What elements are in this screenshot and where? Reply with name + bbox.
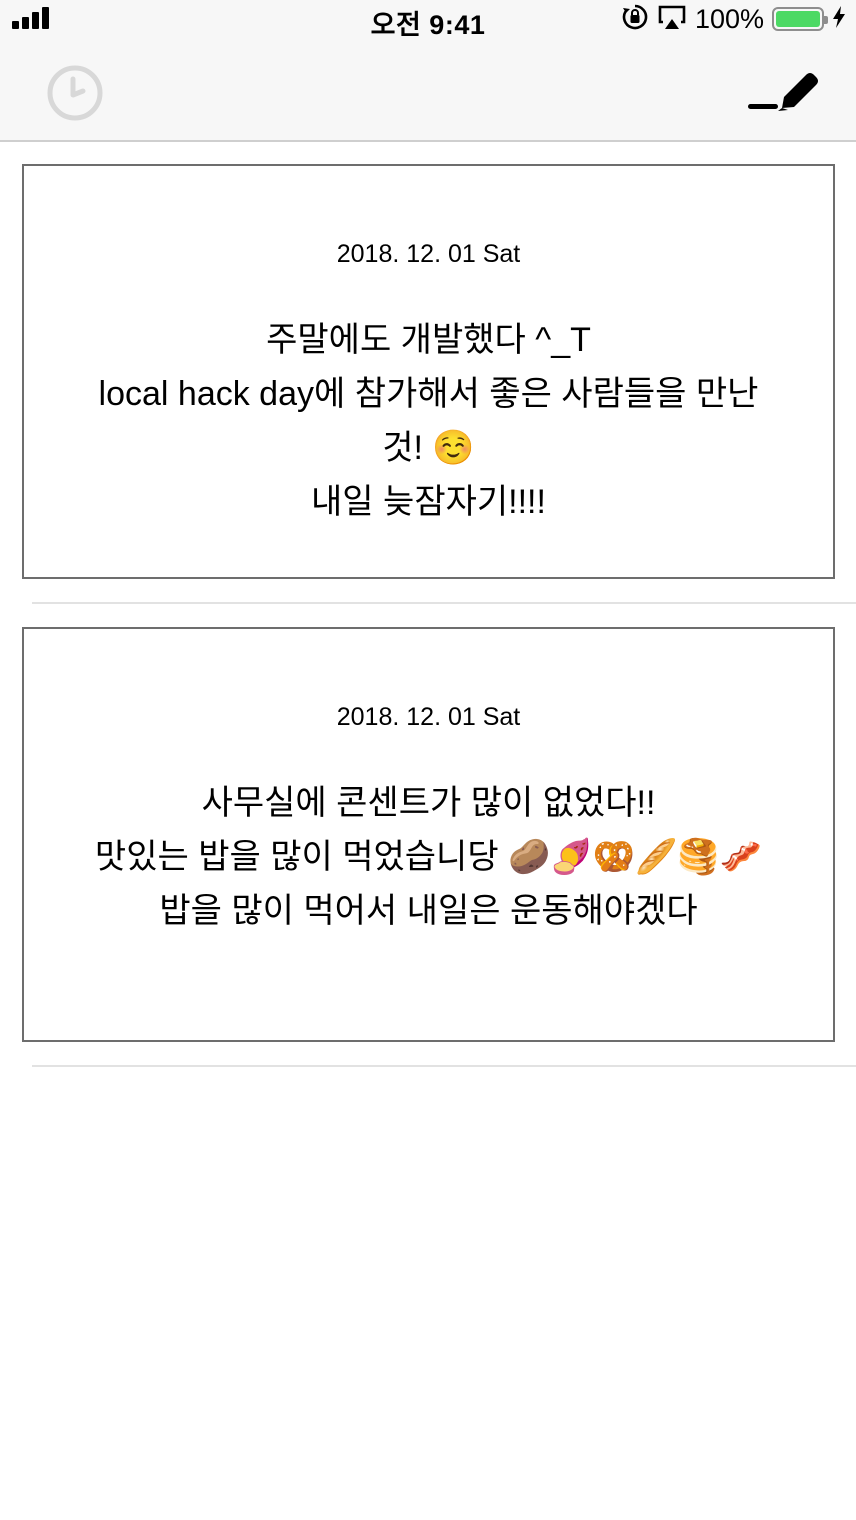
battery-fill: [776, 11, 820, 27]
entry-date: 2018. 12. 01 Sat: [336, 703, 521, 731]
status-bar: 오전 9:41 100%: [0, 0, 856, 40]
charging-bolt-icon: [832, 5, 846, 34]
pen-compose-icon: [744, 73, 820, 128]
entry-date: 2018. 12. 01 Sat: [336, 240, 521, 268]
diary-entry-card[interactable]: 2018. 12. 01 Sat 사무실에 콘센트가 많이 없었다!! 맛있는 …: [22, 627, 835, 1042]
nav-bar: [0, 38, 856, 142]
diary-entry-card[interactable]: 2018. 12. 01 Sat 주말에도 개발했다 ^_T local hac…: [22, 164, 835, 579]
status-right: 100%: [621, 4, 846, 34]
orientation-lock-icon: [621, 3, 649, 36]
history-button[interactable]: [44, 64, 106, 122]
clock-history-icon: [44, 65, 106, 126]
battery-icon: [772, 7, 828, 31]
entry-text: 사무실에 콘센트가 많이 없었다!! 맛있는 밥을 많이 먹었습니당 🥔🍠🥨🥖🥞…: [94, 784, 763, 930]
entry-separator: [32, 602, 856, 604]
entry-separator: [32, 1065, 856, 1067]
entry-text: 주말에도 개발했다 ^_T local hack day에 참가해서 좋은 사람…: [98, 321, 759, 521]
battery-percent: 100%: [694, 3, 764, 34]
airplay-icon: [657, 4, 687, 35]
write-entry-button[interactable]: [744, 64, 820, 124]
